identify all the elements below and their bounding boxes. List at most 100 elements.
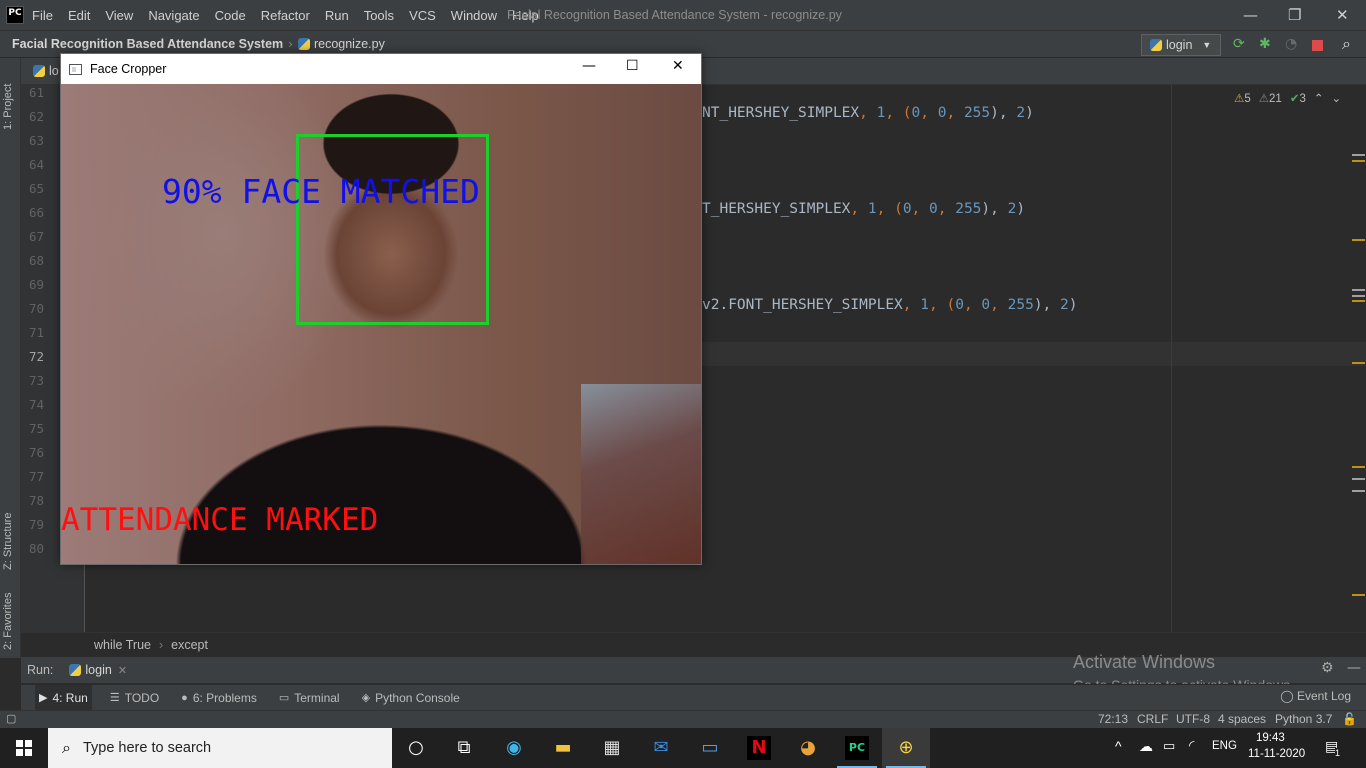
restore-button[interactable]: ❐ <box>1288 6 1301 24</box>
error-stripe-mark[interactable] <box>1352 154 1365 156</box>
editor-tab-label: lo <box>49 64 59 78</box>
line-separator[interactable]: CRLF <box>1137 712 1168 726</box>
tool-tab-terminal[interactable]: ▭ Terminal <box>275 685 344 711</box>
tool-window-bar: ▶ 4: Run ☰ TODO ● 6: Problems ▭ Terminal ◈ Py… <box>21 684 1366 711</box>
minimize-button[interactable]: — <box>1243 6 1258 24</box>
project-tool-tab[interactable]: 1: Project <box>2 84 14 130</box>
tray-chevron-up-icon[interactable]: ^ <box>1115 738 1122 754</box>
menu-edit[interactable]: Edit <box>68 8 90 23</box>
file-encoding[interactable]: UTF-8 <box>1176 712 1210 726</box>
breadcrumb-while-true[interactable]: while True <box>94 638 151 652</box>
error-stripe-mark[interactable] <box>1352 362 1365 364</box>
pycharm-logo-icon[interactable]: PC <box>6 6 24 24</box>
coverage-icon[interactable]: ◔ <box>1285 36 1297 52</box>
caret-position[interactable]: 72:13 <box>1098 712 1128 726</box>
menu-file[interactable]: File <box>32 8 53 23</box>
tool-tab-todo[interactable]: ☰ TODO <box>106 685 163 711</box>
menu-navigate[interactable]: Navigate <box>148 8 199 23</box>
run-configuration-select[interactable]: login ▼ <box>1141 34 1221 56</box>
taskbar-search-box[interactable]: ⌕ Type here to search <box>48 728 392 768</box>
language-indicator[interactable]: ENG <box>1212 740 1237 752</box>
run-tab-login[interactable]: login ✕ <box>69 663 127 677</box>
edge-browser-icon[interactable]: ◉ <box>502 736 526 760</box>
clock-time[interactable]: 19:43 <box>1256 732 1285 744</box>
close-button[interactable]: ✕ <box>1336 6 1349 24</box>
error-stripe-mark[interactable] <box>1352 594 1365 596</box>
lock-icon[interactable]: 🔓 <box>1342 712 1357 726</box>
gear-icon[interactable]: ⚙ <box>1321 660 1334 676</box>
editor-tab-login[interactable]: lo <box>33 64 59 78</box>
error-stripe-mark[interactable] <box>1352 300 1365 302</box>
face-cropper-maximize-button[interactable]: ☐ <box>626 58 639 74</box>
breadcrumb-except[interactable]: except <box>171 638 208 652</box>
python-taskbar-icon[interactable]: ⊕ <box>894 736 918 760</box>
mail-icon[interactable]: ✉ <box>649 736 673 760</box>
terminal-icon: ▭ <box>278 692 290 704</box>
face-cropper-window[interactable]: Face Cropper — ☐ ✕ 90% FACE MATCHED ATTE… <box>60 53 702 565</box>
search-everywhere-icon[interactable]: ⌕ <box>1342 34 1351 54</box>
hide-panel-icon[interactable]: — <box>1347 660 1361 676</box>
event-log-tab[interactable]: ◯ Event Log <box>1280 689 1351 703</box>
face-cropper-titlebar[interactable]: Face Cropper — ☐ ✕ <box>61 54 701 84</box>
chrome-icon[interactable]: ◕ <box>796 736 820 760</box>
code-line-70[interactable]: v2.FONT_HERSHEY_SIMPLEX, 1, (0, 0, 255),… <box>702 297 1077 313</box>
tool-tab-run[interactable]: ▶ 4: Run <box>35 684 92 711</box>
menu-bar: PC File Edit View Navigate Code Refactor… <box>0 0 1366 30</box>
start-button[interactable] <box>0 728 48 768</box>
cortana-icon[interactable]: ○ <box>404 736 428 760</box>
clock-date[interactable]: 11-11-2020 <box>1248 748 1305 760</box>
structure-tool-tab[interactable]: Z: Structure <box>2 513 14 570</box>
menu-tools[interactable]: Tools <box>364 8 394 23</box>
window-title: Facial Recognition Based Attendance Syst… <box>507 8 842 22</box>
tool-tab-problems[interactable]: ● 6: Problems <box>177 685 261 711</box>
face-cropper-close-button[interactable]: ✕ <box>672 58 684 74</box>
python-icon <box>1150 39 1162 51</box>
face-cropper-minimize-button[interactable]: — <box>582 58 596 74</box>
tool-tab-python-console[interactable]: ◈ Python Console <box>358 685 464 711</box>
face-detection-box <box>296 134 489 325</box>
netflix-icon[interactable]: N <box>747 736 771 760</box>
chevron-up-icon[interactable]: ⌃ <box>1314 91 1324 105</box>
python-interpreter[interactable]: Python 3.7 <box>1275 712 1332 726</box>
menu-view[interactable]: View <box>105 8 133 23</box>
pycharm-taskbar-icon[interactable]: PC <box>845 736 869 760</box>
battery-icon[interactable]: ▭ <box>1163 738 1175 754</box>
inspection-widget[interactable]: ⚠5 ⚠21 ✔3 ⌃ ⌄ <box>1234 91 1341 105</box>
weak-warning-icon: ⚠ <box>1258 93 1270 105</box>
error-stripe-mark[interactable] <box>1352 295 1365 297</box>
menu-code[interactable]: Code <box>215 8 246 23</box>
error-stripe-mark[interactable] <box>1352 160 1365 162</box>
attendance-status-label: ATTENDANCE MARKED <box>61 502 379 538</box>
menu-vcs[interactable]: VCS <box>409 8 436 23</box>
left-tool-strip: 1: Project Z: Structure 2: Favorites <box>0 58 21 658</box>
rerun-icon[interactable]: ⟳ <box>1233 36 1245 52</box>
chevron-down-icon[interactable]: ⌄ <box>1332 91 1342 105</box>
layout-toggle-icon[interactable]: ▢ <box>6 712 16 725</box>
debug-bug-icon[interactable]: ✱ <box>1259 36 1271 52</box>
wifi-icon[interactable]: ◜ <box>1189 737 1194 754</box>
menu-window[interactable]: Window <box>451 8 497 23</box>
task-view-icon[interactable]: ⧉ <box>452 736 476 760</box>
windows-taskbar: ⌕ Type here to search ○ ⧉ ◉ ▬ ▦ ✉ ▭ N ◕ … <box>0 728 1366 768</box>
microsoft-store-icon[interactable]: ▦ <box>600 736 624 760</box>
favorites-tool-tab[interactable]: 2: Favorites <box>2 593 14 650</box>
error-stripe-mark[interactable] <box>1352 466 1365 468</box>
error-stripe-mark[interactable] <box>1352 490 1365 492</box>
menu-refactor[interactable]: Refactor <box>261 8 310 23</box>
file-explorer-icon[interactable]: ▬ <box>551 736 575 760</box>
code-line-62[interactable]: NT_HERSHEY_SIMPLEX, 1, (0, 0, 255), 2) <box>702 105 1034 121</box>
menu-run[interactable]: Run <box>325 8 349 23</box>
close-icon[interactable]: ✕ <box>118 664 127 677</box>
error-stripe-mark[interactable] <box>1352 289 1365 291</box>
error-stripe-mark[interactable] <box>1352 478 1365 480</box>
breadcrumb-project[interactable]: Facial Recognition Based Attendance Syst… <box>12 37 283 51</box>
indent-setting[interactable]: 4 spaces <box>1218 712 1266 726</box>
breadcrumb-file[interactable]: recognize.py <box>297 37 385 51</box>
code-line-66[interactable]: T_HERSHEY_SIMPLEX, 1, (0, 0, 255), 2) <box>702 201 1025 217</box>
onedrive-icon[interactable]: ☁ <box>1139 738 1153 755</box>
run-panel-label: Run: <box>27 663 54 677</box>
event-log-icon: ◯ <box>1280 689 1297 703</box>
stop-icon[interactable] <box>1312 40 1323 51</box>
remote-desktop-icon[interactable]: ▭ <box>698 736 722 760</box>
error-stripe-mark[interactable] <box>1352 239 1365 241</box>
